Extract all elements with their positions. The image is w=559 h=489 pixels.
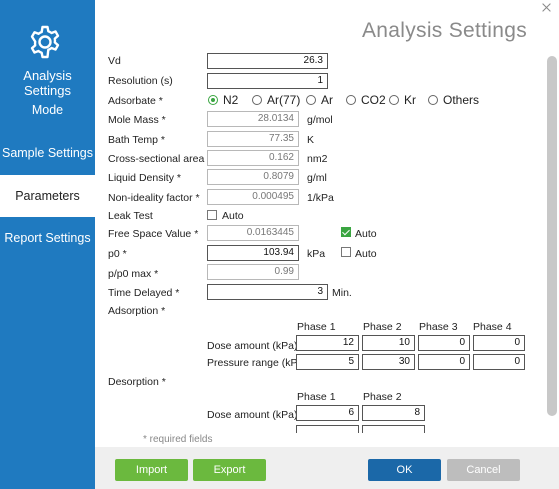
parameters-form: Vd 26.3 Resolution (s) 1 Adsorbate * N2 … (95, 48, 545, 433)
close-icon[interactable] (542, 3, 551, 12)
free-space-auto-label: Auto (355, 228, 377, 240)
desorption-phase-2-header: Phase 2 (363, 391, 402, 403)
p0-auto-label: Auto (355, 248, 377, 260)
pp0-max-label: p/p0 max * (108, 268, 159, 280)
non-ideality-label: Non-ideality factor * (108, 192, 200, 204)
cross-area-input[interactable]: 0.162 (207, 150, 299, 166)
sidebar-header: Analysis Settings (0, 0, 95, 98)
sidebar-item-report-settings[interactable]: Report Settings (0, 217, 95, 259)
adsorption-dose-phase-1[interactable]: 12 (296, 335, 359, 351)
adsorption-pressure-label: Pressure range (kPa) (207, 357, 307, 369)
desorption-label: Desorption * (108, 376, 166, 388)
non-ideality-unit: 1/kPa (307, 192, 334, 204)
p0-unit: kPa (307, 248, 326, 260)
radio-selected-icon (208, 95, 218, 105)
form-scrollbar[interactable] (545, 48, 559, 433)
radio-icon (252, 95, 262, 105)
adsorbate-label: Adsorbate * (108, 95, 163, 107)
adsorption-phase-4-header: Phase 4 (473, 321, 512, 333)
adsorption-dose-phase-2[interactable]: 10 (362, 335, 415, 351)
free-space-label: Free Space Value * (108, 228, 199, 240)
liquid-density-unit: g/ml (307, 172, 327, 184)
free-space-input[interactable]: 0.0163445 (207, 225, 299, 241)
adsorption-label: Adsorption * (108, 305, 166, 317)
radio-others[interactable]: Others (428, 93, 479, 107)
time-delayed-unit: Min. (332, 287, 352, 299)
resolution-label: Resolution (s) (108, 75, 173, 87)
leak-test-label: Leak Test (108, 210, 153, 222)
adsorption-phase-2-header: Phase 2 (363, 321, 402, 333)
adsorption-phase-1-header: Phase 1 (297, 321, 336, 333)
desorption-pressure-phase-2[interactable] (362, 425, 425, 433)
radio-n2[interactable]: N2 (208, 93, 238, 107)
vd-label: Vd (108, 55, 121, 67)
desorption-dose-phase-2[interactable]: 8 (362, 405, 425, 421)
liquid-density-label: Liquid Density * (108, 172, 181, 184)
radio-kr[interactable]: Kr (389, 93, 416, 107)
adsorption-dose-phase-4[interactable]: 0 (473, 335, 525, 351)
radio-icon (306, 95, 316, 105)
p0-label: p0 * (108, 248, 127, 260)
radio-icon (346, 95, 356, 105)
liquid-density-input[interactable]: 0.8079 (207, 169, 299, 185)
import-button[interactable]: Import (115, 459, 188, 481)
adsorption-pressure-phase-3[interactable]: 0 (418, 354, 470, 370)
gear-icon (30, 25, 60, 59)
cross-area-unit: nm2 (307, 153, 328, 165)
desorption-pressure-phase-1[interactable] (296, 425, 359, 433)
footer-bar: Import Export OK Cancel (95, 447, 559, 489)
cross-area-label: Cross-sectional area * (108, 153, 212, 165)
sidebar-item-mode[interactable]: Mode (0, 89, 95, 131)
bath-temp-unit: K (307, 134, 315, 146)
adsorption-pressure-phase-1[interactable]: 5 (296, 354, 359, 370)
radio-co2[interactable]: CO2 (346, 93, 386, 107)
adsorption-phase-3-header: Phase 3 (419, 321, 458, 333)
time-delayed-label: Time Delayed * (108, 287, 180, 299)
page-title: Analysis Settings (361, 19, 527, 42)
p0-auto-checkbox[interactable] (341, 247, 351, 257)
resolution-input[interactable]: 1 (207, 73, 328, 89)
vd-input[interactable]: 26.3 (207, 53, 328, 69)
non-ideality-input[interactable]: 0.000495 (207, 189, 299, 205)
mole-mass-unit: g/mol (307, 114, 333, 126)
leak-test-auto-label: Auto (222, 210, 244, 222)
desorption-phase-1-header: Phase 1 (297, 391, 336, 403)
adsorption-pressure-phase-4[interactable]: 0 (473, 354, 525, 370)
radio-ar[interactable]: Ar (306, 93, 333, 107)
export-button[interactable]: Export (193, 459, 266, 481)
radio-ar77[interactable]: Ar(77) (252, 93, 300, 107)
pp0-max-input[interactable]: 0.99 (207, 264, 299, 280)
time-delayed-input[interactable]: 3 (207, 284, 328, 300)
required-fields-note: * required fields (143, 434, 213, 445)
leak-test-auto-checkbox[interactable] (207, 210, 217, 220)
desorption-dose-label: Dose amount (kPa) (207, 409, 298, 421)
desorption-dose-phase-1[interactable]: 6 (296, 405, 359, 421)
sidebar: Analysis Settings Mode Sample Settings P… (0, 0, 95, 489)
sidebar-item-parameters[interactable]: Parameters (0, 175, 95, 217)
p0-input[interactable]: 103.94 (207, 245, 299, 261)
mole-mass-input[interactable]: 28.0134 (207, 111, 299, 127)
bath-temp-input[interactable]: 77.35 (207, 131, 299, 147)
ok-button[interactable]: OK (368, 459, 441, 481)
adsorption-pressure-phase-2[interactable]: 30 (362, 354, 415, 370)
cancel-button[interactable]: Cancel (447, 459, 520, 481)
free-space-auto-checkbox[interactable] (341, 227, 351, 237)
mole-mass-label: Mole Mass * (108, 114, 166, 126)
adsorption-dose-label: Dose amount (kPa) (207, 340, 298, 352)
bath-temp-label: Bath Temp * (108, 134, 166, 146)
adsorption-dose-phase-3[interactable]: 0 (418, 335, 470, 351)
sidebar-item-sample-settings[interactable]: Sample Settings (0, 131, 95, 175)
scrollbar-thumb[interactable] (547, 56, 557, 416)
radio-icon (389, 95, 399, 105)
radio-icon (428, 95, 438, 105)
